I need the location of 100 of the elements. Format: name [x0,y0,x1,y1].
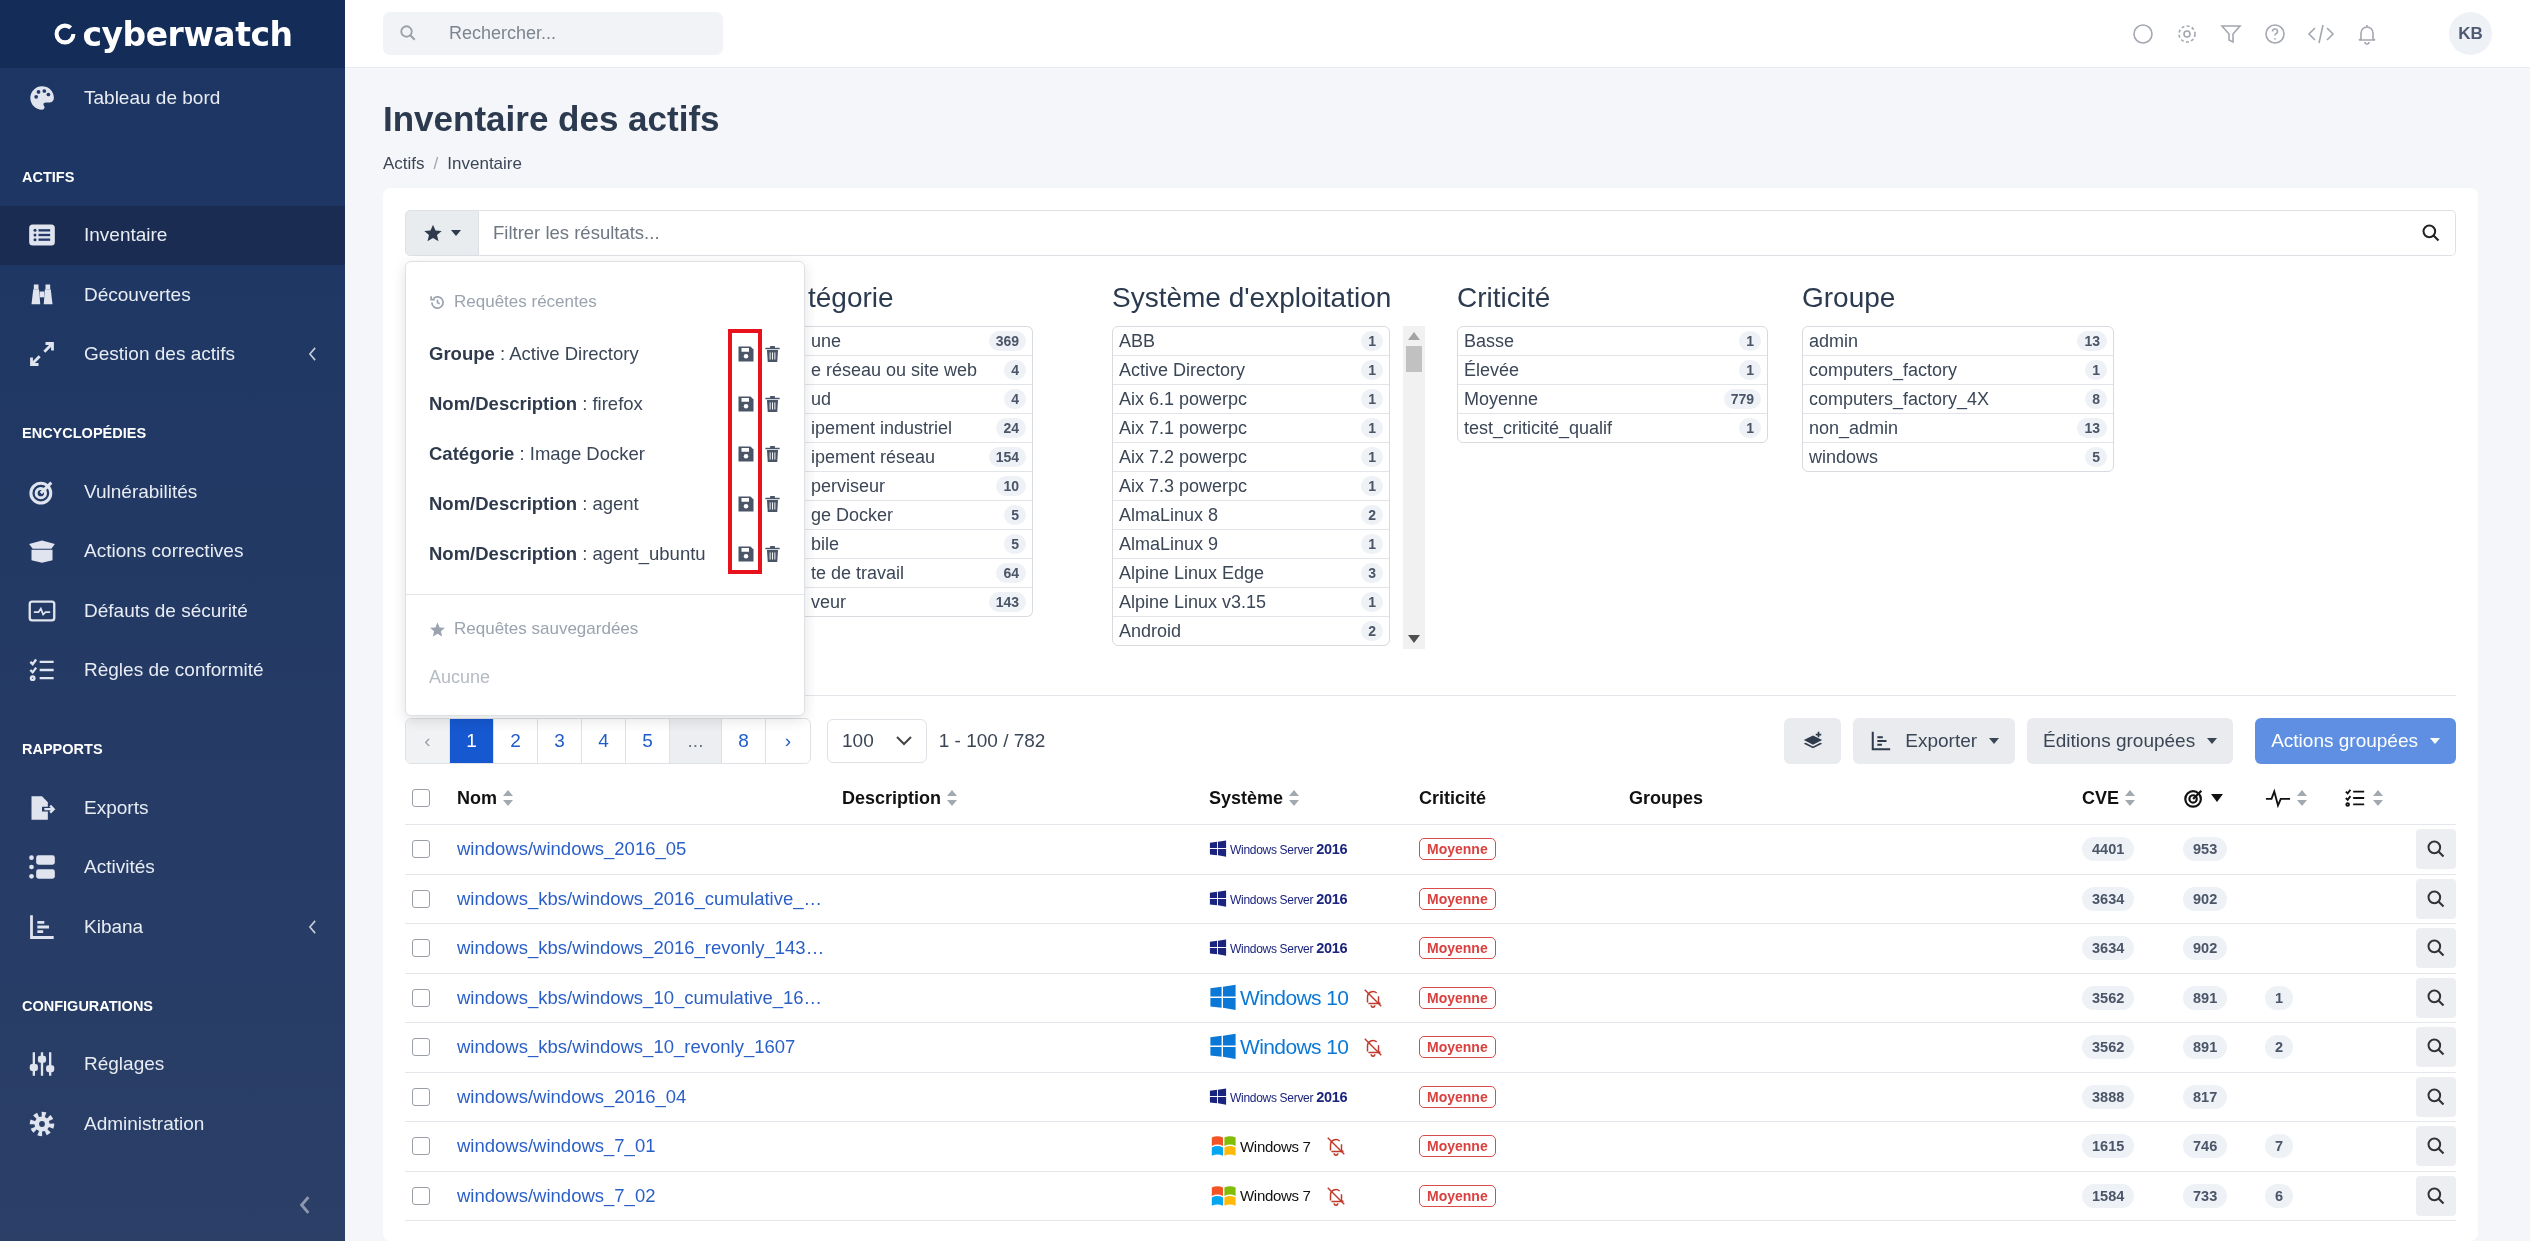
view-button[interactable] [2416,878,2456,919]
trash-icon[interactable] [763,494,782,514]
facet-option[interactable]: Alpine Linux Edge 3 [1113,559,1389,588]
dropdown-button[interactable]: Éditions groupées [2027,718,2234,764]
dropdown-button[interactable]: Exporter [1853,718,2016,764]
facet-option[interactable]: Moyenne 779 [1458,385,1767,414]
facet-option[interactable]: ud 4 [805,385,1032,414]
checkbox[interactable] [412,1087,430,1106]
column-header[interactable]: CVE [2082,787,2135,809]
facet-option[interactable]: veur 143 [805,588,1032,616]
page-button[interactable]: 4 [582,719,626,763]
scrollbar-thumb[interactable] [1406,346,1422,372]
recent-query[interactable]: Nom/Description : firefox [429,393,729,415]
checkbox[interactable] [412,840,430,859]
facet-option[interactable]: Android 2 [1113,617,1389,645]
asset-link[interactable]: windows_kbs/windows_2016_cumulative_… [457,887,823,910]
view-button[interactable] [2416,977,2456,1018]
column-header[interactable] [2183,787,2223,809]
view-button[interactable] [2416,1027,2456,1068]
facet-option[interactable]: computers_factory_4X 8 [1803,385,2113,414]
page-button[interactable]: 2 [494,719,538,763]
trash-icon[interactable] [763,444,782,464]
view-button[interactable] [2416,1126,2456,1167]
facet-option[interactable]: ABB 1 [1113,327,1389,356]
sidebar-item[interactable]: Kibana [0,897,345,957]
column-header[interactable]: Description [842,787,958,809]
facet-option[interactable]: perviseur 10 [805,472,1032,501]
sidebar-item[interactable]: Administration [0,1094,345,1154]
view-button[interactable] [2416,1076,2456,1117]
facet-option[interactable]: une 369 [805,327,1032,356]
asset-link[interactable]: windows_kbs/windows_10_cumulative_16… [457,986,823,1009]
asset-link[interactable]: windows/windows_2016_05 [457,838,687,861]
facet-option[interactable]: Aix 7.3 powerpc 1 [1113,472,1389,501]
sidebar-item[interactable]: Défauts de sécurité [0,581,345,641]
recent-query[interactable]: Nom/Description : agent_ubuntu [429,543,729,565]
scroll-down-icon[interactable] [1408,635,1420,643]
view-button[interactable] [2416,829,2456,870]
facet-option[interactable]: te de travail 64 [805,559,1032,588]
facet-option[interactable]: ipement industriel 24 [805,414,1032,443]
sidebar-item[interactable]: Exports [0,778,345,838]
checkbox[interactable] [412,789,430,807]
facet-option[interactable]: bile 5 [805,530,1032,559]
column-header[interactable]: Nom [457,787,513,809]
facet-option[interactable]: AlmaLinux 8 2 [1113,501,1389,530]
checkbox[interactable] [412,1186,430,1205]
recent-query[interactable]: Catégorie : Image Docker [429,443,729,465]
next-page-button[interactable]: › [766,719,810,763]
checkbox[interactable] [412,988,430,1007]
facet-option[interactable]: windows 5 [1803,443,2113,471]
column-header[interactable]: Système [1209,787,1300,809]
breadcrumb-item[interactable]: Actifs [383,154,425,174]
trash-icon[interactable] [763,344,782,364]
facet-option[interactable]: Alpine Linux v3.15 1 [1113,588,1389,617]
page-button[interactable]: ... [670,719,722,763]
user-avatar[interactable]: KB [2449,12,2492,55]
sidebar-item[interactable]: Activités [0,837,345,897]
search-field[interactable]: Rechercher... [383,12,723,55]
sidebar-item[interactable]: Actions correctives [0,521,345,581]
facet-option[interactable]: e réseau ou site web 4 [805,356,1032,385]
asset-link[interactable]: windows_kbs/windows_10_revonly_1607 [457,1036,796,1059]
view-button[interactable] [2416,1175,2456,1216]
facet-option[interactable]: ge Docker 5 [805,501,1032,530]
page-button[interactable]: 8 [722,719,766,763]
checkbox[interactable] [412,1137,430,1156]
facet-option[interactable]: AlmaLinux 9 1 [1113,530,1389,559]
sidebar-item[interactable]: Vulnérabilités [0,462,345,522]
sidebar-item[interactable]: Règles de conformité [0,640,345,700]
trash-icon[interactable] [763,544,782,564]
facet-option[interactable]: Élevée 1 [1458,356,1767,385]
facet-option[interactable]: Aix 7.2 powerpc 1 [1113,443,1389,472]
page-size-select[interactable]: 100 [827,719,927,763]
page-button[interactable]: 1 [450,719,494,763]
trash-icon[interactable] [763,394,782,414]
favorites-button[interactable] [405,210,479,256]
sidebar-item[interactable]: Réglages [0,1034,345,1094]
facet-option[interactable]: non_admin 13 [1803,414,2113,443]
facet-option[interactable]: admin 13 [1803,327,2113,356]
sidebar-item[interactable]: Découvertes [0,265,345,325]
recent-query[interactable]: Nom/Description : agent [429,493,729,515]
column-header[interactable] [2343,787,2383,809]
facet-option[interactable]: Aix 7.1 powerpc 1 [1113,414,1389,443]
facet-option[interactable]: Active Directory 1 [1113,356,1389,385]
checkbox[interactable] [412,1038,430,1057]
asset-link[interactable]: windows_kbs/windows_2016_revonly_143… [457,937,825,960]
checkbox[interactable] [412,939,430,958]
sidebar-item[interactable]: Tableau de bord [0,68,345,128]
scrollbar[interactable] [1403,326,1425,649]
checkbox[interactable] [412,889,430,908]
facet-option[interactable]: computers_factory 1 [1803,356,2113,385]
sidebar-item[interactable]: Inventaire [0,205,345,265]
page-button[interactable]: 3 [538,719,582,763]
asset-link[interactable]: windows/windows_7_02 [457,1184,656,1207]
column-header[interactable] [2265,788,2307,808]
recent-query[interactable]: Groupe : Active Directory [429,343,729,365]
facet-option[interactable]: Basse 1 [1458,327,1767,356]
asset-link[interactable]: windows/windows_7_01 [457,1135,656,1158]
layers-button[interactable] [1784,718,1842,764]
sidebar-item[interactable]: Gestion des actifs [0,324,345,384]
facet-option[interactable]: test_criticité_qualif 1 [1458,414,1767,442]
facet-option[interactable]: ipement réseau 154 [805,443,1032,472]
